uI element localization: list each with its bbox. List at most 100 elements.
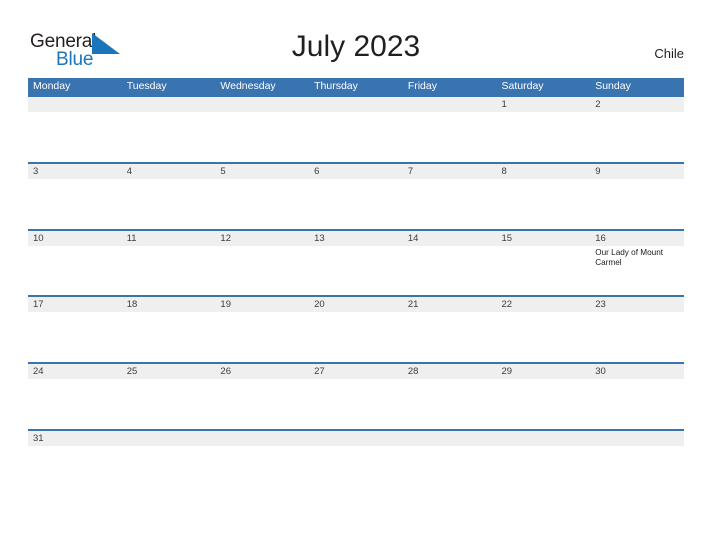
day-event: [309, 246, 403, 296]
day-number[interactable]: 17: [28, 297, 122, 312]
day-number[interactable]: 19: [215, 297, 309, 312]
week-event-body: [28, 379, 684, 429]
country-label: Chile: [654, 46, 684, 61]
day-event: [122, 246, 216, 296]
day-number[interactable]: 25: [122, 364, 216, 379]
day-event: [590, 379, 684, 429]
day-event: [215, 246, 309, 296]
day-of-week-header-row: Monday Tuesday Wednesday Thursday Friday…: [28, 78, 684, 95]
day-event: [309, 312, 403, 362]
day-number[interactable]: [309, 97, 403, 112]
day-event: [590, 446, 684, 460]
week-date-band: 10 11 12 13 14 15 16: [28, 230, 684, 246]
day-number[interactable]: 9: [590, 164, 684, 179]
day-number[interactable]: 3: [28, 164, 122, 179]
day-number[interactable]: 20: [309, 297, 403, 312]
day-event: [215, 312, 309, 362]
day-event: [122, 379, 216, 429]
day-event: [309, 446, 403, 460]
day-event: [403, 312, 497, 362]
day-event: [122, 312, 216, 362]
week-row: 1 2: [28, 95, 684, 162]
day-event: [403, 379, 497, 429]
week-date-band: 1 2: [28, 97, 684, 112]
day-number[interactable]: 16: [590, 231, 684, 246]
week-date-band: 31: [28, 430, 684, 446]
day-event: [309, 112, 403, 162]
day-number[interactable]: [28, 97, 122, 112]
day-number[interactable]: 5: [215, 164, 309, 179]
day-event: [215, 112, 309, 162]
day-event: [590, 312, 684, 362]
day-number[interactable]: 15: [497, 231, 591, 246]
day-event: [28, 112, 122, 162]
day-number[interactable]: 1: [497, 97, 591, 112]
day-number[interactable]: 2: [590, 97, 684, 112]
day-event: [215, 179, 309, 229]
day-number[interactable]: [309, 431, 403, 446]
day-header-tuesday: Tuesday: [126, 80, 167, 92]
day-number[interactable]: 6: [309, 164, 403, 179]
day-event: [590, 112, 684, 162]
day-number[interactable]: 21: [403, 297, 497, 312]
day-event: [28, 446, 122, 460]
day-number[interactable]: [497, 431, 591, 446]
day-header-wednesday: Wednesday: [220, 80, 276, 92]
page-header: General Blue July 2023 Chile: [0, 0, 712, 78]
day-event: [215, 379, 309, 429]
week-event-body: [28, 312, 684, 363]
day-event: [403, 112, 497, 162]
day-number[interactable]: 10: [28, 231, 122, 246]
day-header-thursday: Thursday: [314, 80, 358, 92]
day-event: [403, 246, 497, 296]
day-number[interactable]: 7: [403, 164, 497, 179]
day-event: [403, 179, 497, 229]
day-number[interactable]: 26: [215, 364, 309, 379]
day-number[interactable]: 31: [28, 431, 122, 446]
day-number[interactable]: [122, 431, 216, 446]
week-row: 24 25 26 27 28 29 30: [28, 362, 684, 429]
day-number[interactable]: 27: [309, 364, 403, 379]
day-number[interactable]: 8: [497, 164, 591, 179]
day-number[interactable]: 4: [122, 164, 216, 179]
day-event: [28, 312, 122, 362]
day-number[interactable]: 30: [590, 364, 684, 379]
day-event-holiday: Our Lady of Mount Carmel: [595, 247, 664, 268]
day-number[interactable]: [122, 97, 216, 112]
day-event: [497, 446, 591, 460]
day-header-friday: Friday: [407, 80, 437, 92]
day-number[interactable]: 24: [28, 364, 122, 379]
day-number[interactable]: 18: [122, 297, 216, 312]
calendar-page: General Blue July 2023 Chile Monday Tues…: [0, 0, 712, 550]
week-row: 3 4 5 6 7 8 9: [28, 161, 684, 229]
day-number[interactable]: 22: [497, 297, 591, 312]
day-event: [28, 246, 122, 296]
calendar-grid: Monday Tuesday Wednesday Thursday Friday…: [28, 78, 684, 460]
day-event: [497, 379, 591, 429]
day-number[interactable]: [403, 431, 497, 446]
day-number[interactable]: [590, 431, 684, 446]
day-event: [497, 246, 591, 296]
day-event: [590, 179, 684, 229]
day-number[interactable]: 13: [309, 231, 403, 246]
day-event: [122, 179, 216, 229]
day-event: [122, 112, 216, 162]
day-number[interactable]: 29: [497, 364, 591, 379]
day-number[interactable]: 12: [215, 231, 309, 246]
day-event: [497, 112, 591, 162]
day-event: [497, 312, 591, 362]
day-event: [403, 446, 497, 460]
week-date-band: 3 4 5 6 7 8 9: [28, 163, 684, 179]
week-event-body: [28, 178, 684, 229]
day-number[interactable]: [215, 97, 309, 112]
day-event: [497, 179, 591, 229]
day-number[interactable]: 23: [590, 297, 684, 312]
day-event: [309, 379, 403, 429]
day-number[interactable]: [403, 97, 497, 112]
day-number[interactable]: 11: [122, 231, 216, 246]
day-number[interactable]: 14: [403, 231, 497, 246]
week-row: 31: [28, 428, 684, 460]
week-row: 17 18 19 20 21 22 23: [28, 295, 684, 363]
day-number[interactable]: [215, 431, 309, 446]
day-number[interactable]: 28: [403, 364, 497, 379]
